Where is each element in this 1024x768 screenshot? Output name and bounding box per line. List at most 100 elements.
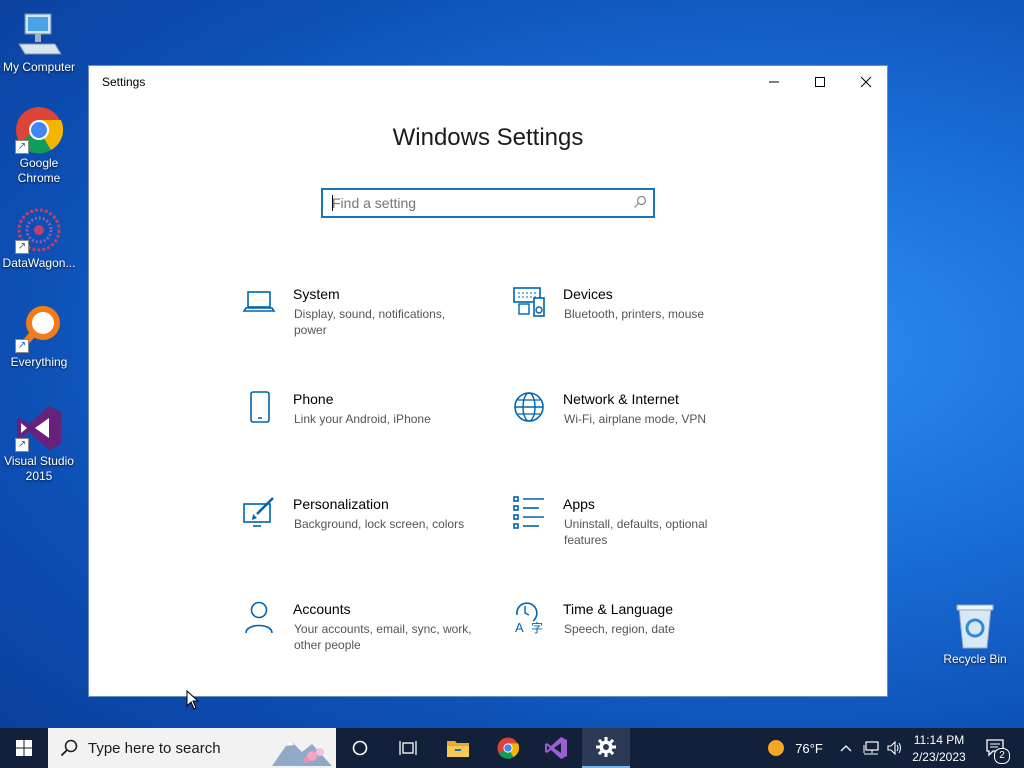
tile-title: Accounts [293,601,351,617]
page-title: Windows Settings [392,124,584,151]
settings-tile-apps[interactable]: Apps Uninstall, defaults, optional featu… [513,496,753,566]
time-language-icon: A字 [513,601,547,635]
desktop-icon-recycle-bin[interactable]: Recycle Bin [936,602,1014,667]
paint-icon [243,496,277,530]
desktop-icon-label: Google Chrome [17,156,61,185]
tile-title: Devices [563,286,613,302]
shortcut-arrow-icon: ↗ [15,438,29,452]
task-view-icon [399,741,417,755]
close-icon [860,76,872,88]
datawagon-icon: ↗ [15,206,63,254]
recycle-bin-icon [951,602,999,650]
tile-description: Speech, region, date [564,622,675,636]
settings-window: Settings Windows Settings System Display… [88,65,888,697]
desktop-icon-label: Recycle Bin [943,652,1007,666]
task-view-button[interactable] [386,728,430,768]
desktop-icon-everything[interactable]: ↗ Everything [0,305,78,370]
shortcut-arrow-icon: ↗ [15,140,29,154]
weather-widget[interactable]: 76°F [760,728,830,768]
close-button[interactable] [843,66,889,98]
laptop-icon [242,286,277,320]
tile-title: Apps [563,496,595,512]
person-icon [243,601,277,635]
minimize-button[interactable] [751,66,797,98]
title-bar[interactable]: Settings [89,66,887,98]
desktop-icon-visual-studio[interactable]: ↗ Visual Studio 2015 [0,404,78,484]
tile-description: Uninstall, defaults, optional features [564,517,708,547]
tile-description: Link your Android, iPhone [294,412,431,426]
phone-icon [243,391,277,425]
globe-icon [513,391,547,425]
network-icon [863,741,879,755]
settings-tile-phone[interactable]: Phone Link your Android, iPhone [243,391,483,461]
apps-list-icon [513,496,547,530]
settings-tile-network[interactable]: Network & Internet Wi-Fi, airplane mode,… [513,391,753,461]
settings-tile-system[interactable]: System Display, sound, notifications, po… [242,286,483,356]
action-center-button[interactable]: 2 [978,728,1014,768]
taskbar: Type here to search 76°F 11:14 PM 2/23/2… [0,728,1024,768]
folder-icon [447,741,469,757]
visual-studio-icon: ↗ [15,404,63,452]
devices-icon [513,286,547,320]
search-box[interactable] [321,188,655,218]
volume-tray-icon[interactable] [884,728,906,768]
window-title: Settings [102,75,146,89]
mouse-cursor-icon [186,690,200,710]
search-highlight-illustration [272,740,332,766]
weather-temperature: 76°F [795,740,823,756]
tile-description: Background, lock screen, colors [294,517,465,531]
taskbar-search-text: Type here to search [88,740,221,757]
tile-title: System [293,286,340,302]
chevron-up-icon [840,745,852,752]
clock-date: 2/23/2023 [912,749,966,764]
svg-text:字: 字 [531,620,543,635]
desktop-icon-label: DataWagon... [2,256,76,270]
settings-tile-accounts[interactable]: Accounts Your accounts, email, sync, wor… [243,601,483,671]
speaker-icon [887,741,901,755]
minimize-icon [769,81,779,83]
taskbar-file-explorer[interactable] [436,728,480,768]
shortcut-arrow-icon: ↗ [15,339,29,353]
settings-tile-devices[interactable]: Devices Bluetooth, printers, mouse [513,286,753,356]
svg-text:A: A [515,620,524,635]
desktop-icon-google-chrome[interactable]: ↗ Google Chrome [0,106,78,186]
taskbar-chrome[interactable] [486,728,530,768]
search-icon[interactable] [633,195,647,214]
chrome-icon [497,737,519,759]
windows-logo-icon [16,740,32,756]
taskbar-settings-active[interactable] [582,728,630,768]
start-button[interactable] [0,728,48,768]
settings-tile-time-language[interactable]: A字 Time & Language Speech, region, date [513,601,753,671]
shortcut-arrow-icon: ↗ [15,240,29,254]
gear-icon [596,737,616,757]
cortana-circle-icon [352,740,368,756]
chrome-icon: ↗ [15,106,64,154]
tile-title: Personalization [293,496,389,512]
taskbar-visual-studio[interactable] [534,728,578,768]
tile-title: Network & Internet [563,391,679,407]
computer-icon [15,10,63,58]
settings-tile-personalization[interactable]: Personalization Background, lock screen,… [243,496,483,566]
clock-time: 11:14 PM [913,732,965,747]
tile-description: Bluetooth, printers, mouse [564,307,705,321]
desktop-icon-label: My Computer [2,60,76,74]
taskbar-search-box[interactable]: Type here to search [48,728,336,768]
text-cursor [332,195,333,211]
clock[interactable]: 11:14 PM 2/23/2023 [908,728,970,768]
show-hidden-icons-button[interactable] [836,728,856,768]
search-input[interactable] [323,190,622,216]
search-icon [60,739,78,757]
desktop-icon-datawagon[interactable]: ↗ DataWagon... [0,206,78,271]
network-tray-icon[interactable] [860,728,882,768]
tile-description: Your accounts, email, sync, work, other … [294,622,472,652]
tile-description: Wi-Fi, airplane mode, VPN [564,412,707,426]
everything-search-icon: ↗ [15,305,63,353]
desktop-icon-my-computer[interactable]: My Computer [0,10,78,75]
sun-icon [768,740,785,756]
maximize-button[interactable] [797,66,843,98]
tile-description: Display, sound, notifications, power [294,307,446,337]
tile-title: Time & Language [563,601,673,617]
tile-title: Phone [293,391,334,407]
cortana-button[interactable] [338,728,382,768]
desktop-icon-label: Visual Studio 2015 [4,454,74,483]
